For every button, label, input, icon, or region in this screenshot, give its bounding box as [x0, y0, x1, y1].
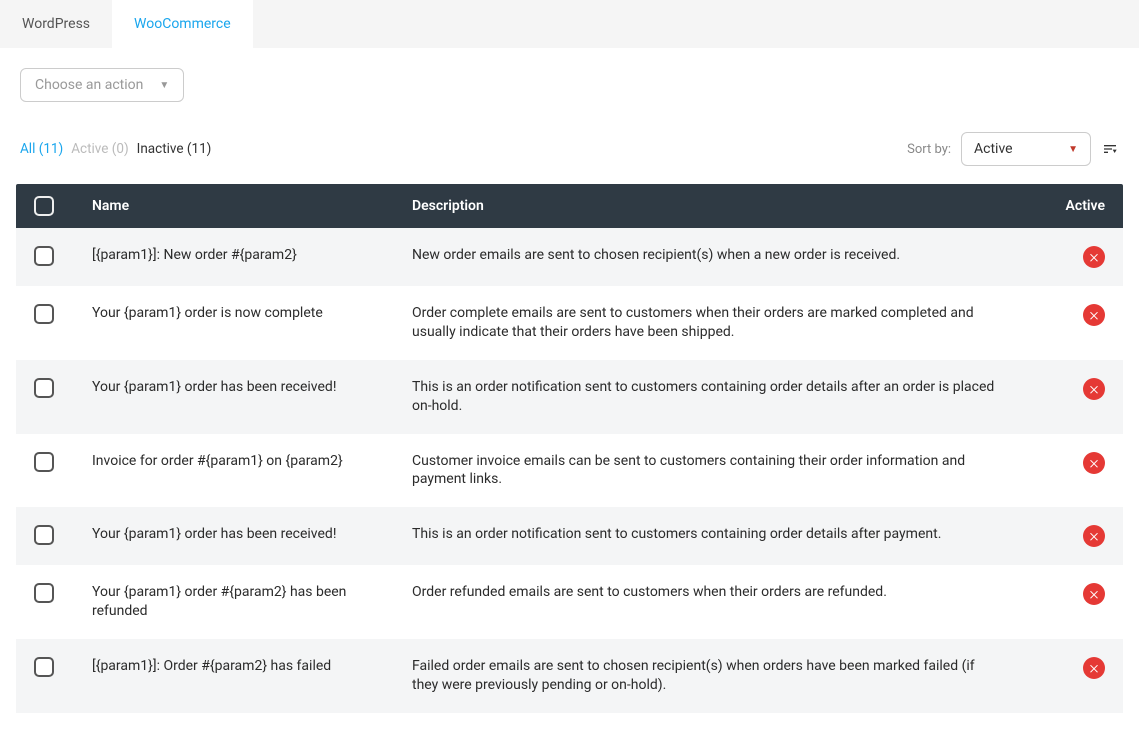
row-checkbox[interactable]	[34, 246, 54, 266]
table-header: Name Description Active	[16, 184, 1123, 228]
row-name: [{param1}]: Order #{param2} has failed	[92, 657, 412, 676]
row-name: Your {param1} order has been received!	[92, 378, 412, 397]
sort-select[interactable]: Active ▼	[961, 132, 1091, 166]
col-description: Description	[412, 198, 1015, 214]
sort-select-value: Active	[974, 141, 1013, 157]
row-checkbox[interactable]	[34, 378, 54, 398]
row-description: Customer invoice emails can be sent to c…	[412, 452, 1015, 490]
filter-inactive[interactable]: Inactive (11)	[137, 141, 212, 157]
table-row[interactable]: Your {param1} order is now completeOrder…	[16, 286, 1123, 360]
inactive-status-icon[interactable]	[1083, 583, 1105, 605]
row-checkbox[interactable]	[34, 657, 54, 677]
row-description: Order refunded emails are sent to custom…	[412, 583, 1015, 602]
inactive-status-icon[interactable]	[1083, 246, 1105, 268]
row-name: Your {param1} order has been received!	[92, 525, 412, 544]
row-name: Your {param1} order #{param2} has been r…	[92, 583, 412, 621]
main-tabs: WordPress WooCommerce	[0, 0, 1139, 48]
inactive-status-icon[interactable]	[1083, 525, 1105, 547]
row-description: New order emails are sent to chosen reci…	[412, 246, 1015, 265]
row-checkbox[interactable]	[34, 525, 54, 545]
row-description: Failed order emails are sent to chosen r…	[412, 657, 1015, 695]
emails-table: Name Description Active [{param1}]: New …	[16, 184, 1123, 713]
row-name: Your {param1} order is now complete	[92, 304, 412, 323]
row-name: [{param1}]: New order #{param2}	[92, 246, 412, 265]
row-description: This is an order notification sent to cu…	[412, 378, 1015, 416]
inactive-status-icon[interactable]	[1083, 304, 1105, 326]
table-row[interactable]: Your {param1} order has been received!Th…	[16, 507, 1123, 565]
filter-row: All (11) Active (0) Inactive (11) Sort b…	[16, 118, 1123, 184]
inactive-status-icon[interactable]	[1083, 378, 1105, 400]
row-description: This is an order notification sent to cu…	[412, 525, 1015, 544]
action-select[interactable]: Choose an action ▼	[20, 68, 184, 102]
filter-active[interactable]: Active (0)	[71, 141, 128, 157]
select-all-checkbox[interactable]	[34, 196, 54, 216]
table-row[interactable]: Invoice for order #{param1} on {param2}C…	[16, 434, 1123, 508]
col-active: Active	[1015, 198, 1105, 214]
filter-all[interactable]: All (11)	[20, 141, 63, 157]
status-filters: All (11) Active (0) Inactive (11)	[20, 141, 211, 157]
row-checkbox[interactable]	[34, 452, 54, 472]
row-checkbox[interactable]	[34, 583, 54, 603]
row-name: Invoice for order #{param1} on {param2}	[92, 452, 412, 471]
tab-wordpress[interactable]: WordPress	[0, 0, 112, 48]
table-row[interactable]: [{param1}]: New order #{param2}New order…	[16, 228, 1123, 286]
inactive-status-icon[interactable]	[1083, 657, 1105, 679]
tab-woocommerce[interactable]: WooCommerce	[112, 0, 253, 48]
toolbar: Choose an action ▼	[16, 48, 1123, 118]
chevron-down-icon: ▼	[1068, 144, 1078, 155]
sort-direction-icon[interactable]	[1101, 140, 1119, 158]
sort-label: Sort by:	[907, 142, 951, 157]
inactive-status-icon[interactable]	[1083, 452, 1105, 474]
row-description: Order complete emails are sent to custom…	[412, 304, 1015, 342]
table-row[interactable]: Your {param1} order #{param2} has been r…	[16, 565, 1123, 639]
table-row[interactable]: Your {param1} order has been received!Th…	[16, 360, 1123, 434]
row-checkbox[interactable]	[34, 304, 54, 324]
sort-area: Sort by: Active ▼	[907, 132, 1119, 166]
table-row[interactable]: [{param1}]: Order #{param2} has failedFa…	[16, 639, 1123, 713]
col-name: Name	[92, 198, 412, 214]
action-select-label: Choose an action	[35, 77, 143, 93]
chevron-down-icon: ▼	[159, 80, 169, 91]
